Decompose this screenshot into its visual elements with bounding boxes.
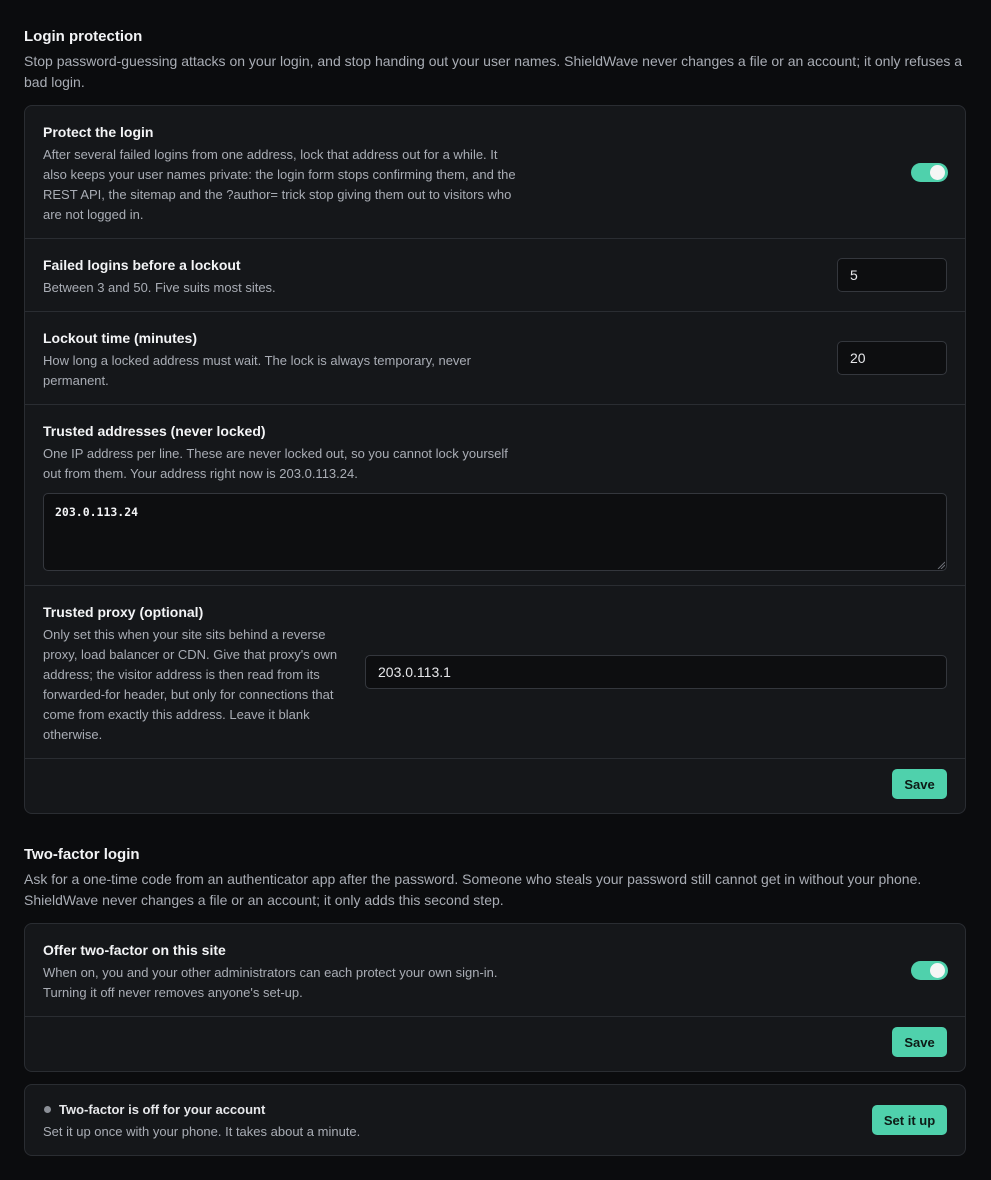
protect-login-row: Protect the login After several failed l… <box>25 106 965 239</box>
trusted-proxy-description: Only set this when your site sits behind… <box>43 627 338 742</box>
lockout-time-description: How long a locked address must wait. The… <box>43 353 471 388</box>
trusted-proxy-row: Trusted proxy (optional) Only set this w… <box>25 586 965 759</box>
login-protection-footer: Save <box>25 757 965 813</box>
failed-logins-description: Between 3 and 50. Five suits most sites. <box>43 280 276 295</box>
offer-two-factor-row: Offer two-factor on this site When on, y… <box>25 924 965 1017</box>
login-protection-save-button[interactable]: Save <box>892 769 947 799</box>
protect-login-title: Protect the login <box>43 124 154 140</box>
failed-logins-title: Failed logins before a lockout <box>43 257 241 273</box>
toggle-knob <box>930 963 945 978</box>
failed-logins-input[interactable] <box>837 258 947 292</box>
lockout-time-input[interactable] <box>837 341 947 375</box>
login-protection-title: Login protection <box>24 28 143 45</box>
status-dot <box>44 1106 51 1113</box>
protect-login-description: After several failed logins from one add… <box>43 147 516 222</box>
offer-two-factor-description: When on, you and your other administrato… <box>43 965 498 1000</box>
trusted-addresses-row: Trusted addresses (never locked) One IP … <box>25 405 965 586</box>
account-status-description: Set it up once with your phone. It takes… <box>43 1124 361 1139</box>
trusted-addresses-title: Trusted addresses (never locked) <box>43 423 266 439</box>
account-status-title: Two-factor is off for your account <box>59 1102 266 1117</box>
offer-two-factor-title: Offer two-factor on this site <box>43 942 226 958</box>
lockout-time-row: Lockout time (minutes) How long a locked… <box>25 312 965 405</box>
failed-logins-row: Failed logins before a lockout Between 3… <box>25 239 965 312</box>
two-factor-description: Ask for a one-time code from an authenti… <box>24 871 922 908</box>
lockout-time-title: Lockout time (minutes) <box>43 330 198 346</box>
login-protection-card: Protect the login After several failed l… <box>24 105 966 814</box>
login-protection-description: Stop password-guessing attacks on your l… <box>24 53 963 90</box>
set-it-up-button[interactable]: Set it up <box>872 1105 947 1135</box>
trusted-proxy-input[interactable] <box>365 655 947 689</box>
offer-two-factor-toggle[interactable] <box>911 961 948 980</box>
resize-grip-icon[interactable] <box>937 561 945 569</box>
trusted-addresses-description: One IP address per line. These are never… <box>43 446 508 481</box>
two-factor-save-button[interactable]: Save <box>892 1027 947 1057</box>
account-two-factor-card: Two-factor is off for your account Set i… <box>24 1084 966 1156</box>
trusted-proxy-title: Trusted proxy (optional) <box>43 604 204 620</box>
two-factor-card: Offer two-factor on this site When on, y… <box>24 923 966 1072</box>
protect-login-toggle[interactable] <box>911 163 948 182</box>
two-factor-title: Two-factor login <box>24 846 140 863</box>
toggle-knob <box>930 165 945 180</box>
two-factor-footer: Save <box>25 1015 965 1071</box>
trusted-addresses-textarea[interactable]: 203.0.113.24 <box>43 493 947 571</box>
